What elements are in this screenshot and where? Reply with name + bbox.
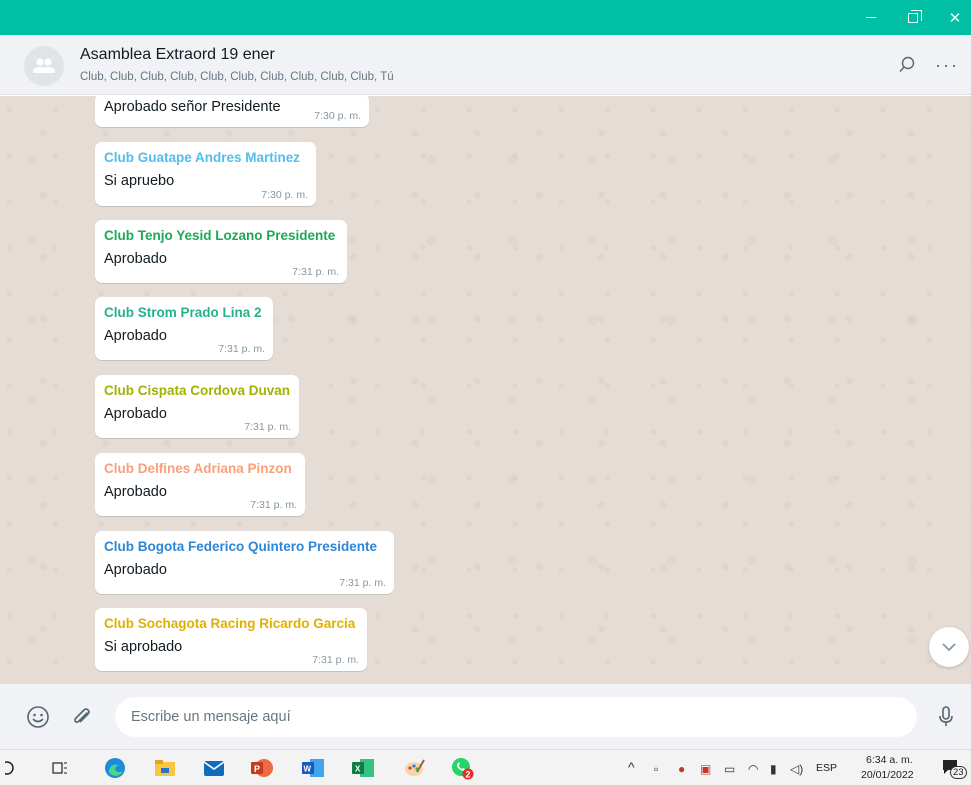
paint-icon xyxy=(405,759,425,776)
chat-participants: Club, Club, Club, Club, Club, Club, Club… xyxy=(80,71,394,83)
show-hidden-icons-button[interactable]: ^ xyxy=(628,759,635,775)
message-bubble[interactable]: Club Guatape Andres Martinez Si apruebo … xyxy=(95,142,316,206)
powerpoint-icon: P xyxy=(251,759,273,777)
message-bubble[interactable]: Club Delfines Adriana Pinzon Aprobado 7:… xyxy=(95,453,305,516)
language-indicator[interactable]: ESP xyxy=(816,762,837,774)
more-menu-button[interactable]: ··· xyxy=(933,51,961,79)
gift-tray-icon[interactable]: ▣ xyxy=(700,762,711,776)
word-button[interactable]: W xyxy=(301,757,325,779)
maximize-button[interactable] xyxy=(893,0,933,35)
message-author[interactable]: Club Cispata Cordova Duvan xyxy=(104,382,290,400)
wifi-icon[interactable]: ◠ xyxy=(748,762,758,776)
message-bubble[interactable]: Club Bogota Federico Quintero Presidente… xyxy=(95,531,394,594)
maximize-icon xyxy=(908,9,922,23)
svg-text:X: X xyxy=(355,765,361,774)
file-explorer-icon xyxy=(155,760,175,776)
meet-now-icon[interactable]: ▫ xyxy=(654,762,658,776)
edge-button[interactable] xyxy=(103,757,127,779)
notification-count: 23 xyxy=(950,766,967,779)
message-bubble[interactable]: Aprobado señor Presidente 7:30 p. m. xyxy=(95,96,369,127)
windows-taskbar: P W X 2 ^ ▫ ● ▣ ▭ ◠ ▮ ◁) ESP 6:34 a. m. … xyxy=(0,749,971,785)
message-author[interactable]: Club Tenjo Yesid Lozano Presidente xyxy=(104,227,338,245)
clock-date[interactable]: 20/01/2022 xyxy=(861,769,914,781)
search-button[interactable] xyxy=(893,51,921,79)
paint-button[interactable] xyxy=(402,757,426,779)
cortana-icon xyxy=(5,761,14,775)
emoji-button[interactable] xyxy=(24,703,52,731)
chat-header[interactable]: Asamblea Extraord 19 ener Club, Club, Cl… xyxy=(0,35,971,95)
message-bubble[interactable]: Club Cispata Cordova Duvan Aprobado 7:31… xyxy=(95,375,299,438)
message-bubble[interactable]: Club Tenjo Yesid Lozano Presidente Aprob… xyxy=(95,220,347,283)
message-author[interactable]: Club Delfines Adriana Pinzon xyxy=(104,460,296,478)
message-bubble[interactable]: Club Strom Prado Lina 2 Aprobado 7:31 p.… xyxy=(95,297,273,360)
whatsapp-taskbar-button[interactable]: 2 xyxy=(450,757,474,780)
network-tray-icon[interactable]: ▭ xyxy=(724,762,735,776)
message-time: 7:30 p. m. xyxy=(261,189,308,201)
excel-icon: X xyxy=(352,759,374,777)
message-author[interactable]: Club Bogota Federico Quintero Presidente xyxy=(104,538,385,556)
message-time: 7:30 p. m. xyxy=(314,110,361,122)
message-composer xyxy=(0,684,971,749)
clock-time[interactable]: 6:34 a. m. xyxy=(866,754,913,766)
message-time: 7:31 p. m. xyxy=(312,654,359,666)
microphone-tray-icon[interactable]: ▮ xyxy=(770,762,777,776)
message-author[interactable]: Club Strom Prado Lina 2 xyxy=(104,304,264,322)
message-time: 7:31 p. m. xyxy=(292,266,339,278)
whatsapp-icon: 2 xyxy=(452,758,474,780)
message-time: 7:31 p. m. xyxy=(218,343,265,355)
message-text: Si apruebo xyxy=(104,173,175,189)
group-icon xyxy=(33,58,55,73)
attach-button[interactable] xyxy=(68,703,96,731)
excel-button[interactable]: X xyxy=(351,757,375,779)
svg-text:W: W xyxy=(304,765,312,774)
powerpoint-button[interactable]: P xyxy=(250,757,274,779)
whatsapp-badge: 2 xyxy=(466,770,471,780)
minimize-icon xyxy=(866,17,876,18)
message-time: 7:31 p. m. xyxy=(244,421,291,433)
message-time: 7:31 p. m. xyxy=(250,499,297,511)
search-icon xyxy=(899,56,915,72)
mail-button[interactable] xyxy=(202,757,226,779)
word-icon: W xyxy=(302,759,324,777)
attach-icon xyxy=(74,708,90,723)
window-title-bar: ✕ xyxy=(0,0,971,35)
group-avatar[interactable] xyxy=(24,46,64,86)
message-author[interactable]: Club Sochagota Racing Ricardo Garcia xyxy=(104,615,358,633)
scroll-to-bottom-button[interactable] xyxy=(929,627,969,667)
message-bubble[interactable]: Club Sochagota Racing Ricardo Garcia Si … xyxy=(95,608,367,671)
message-time: 7:31 p. m. xyxy=(339,577,386,589)
task-view-button[interactable] xyxy=(48,757,72,779)
notification-center-button[interactable]: 23 xyxy=(940,757,968,781)
voice-message-button[interactable] xyxy=(932,703,960,731)
task-view-icon xyxy=(52,762,67,774)
message-list[interactable]: Aprobado señor Presidente 7:30 p. m. Clu… xyxy=(0,96,971,684)
chrome-tray-icon[interactable]: ● xyxy=(678,762,685,776)
emoji-icon xyxy=(27,706,49,728)
close-button[interactable]: ✕ xyxy=(935,0,971,35)
edge-icon xyxy=(105,758,125,778)
mic-icon xyxy=(939,706,953,726)
message-input[interactable] xyxy=(115,697,917,737)
file-explorer-button[interactable] xyxy=(153,757,177,779)
mail-icon xyxy=(203,761,225,776)
close-icon: ✕ xyxy=(948,9,962,27)
svg-text:P: P xyxy=(254,764,260,774)
minimize-button[interactable] xyxy=(851,0,891,35)
message-author[interactable]: Club Guatape Andres Martinez xyxy=(104,149,307,167)
chat-title[interactable]: Asamblea Extraord 19 ener xyxy=(80,46,275,64)
volume-icon[interactable]: ◁) xyxy=(790,762,803,776)
cortana-button[interactable] xyxy=(0,757,24,779)
chevron-down-icon xyxy=(942,642,956,651)
more-icon: ··· xyxy=(935,54,959,75)
